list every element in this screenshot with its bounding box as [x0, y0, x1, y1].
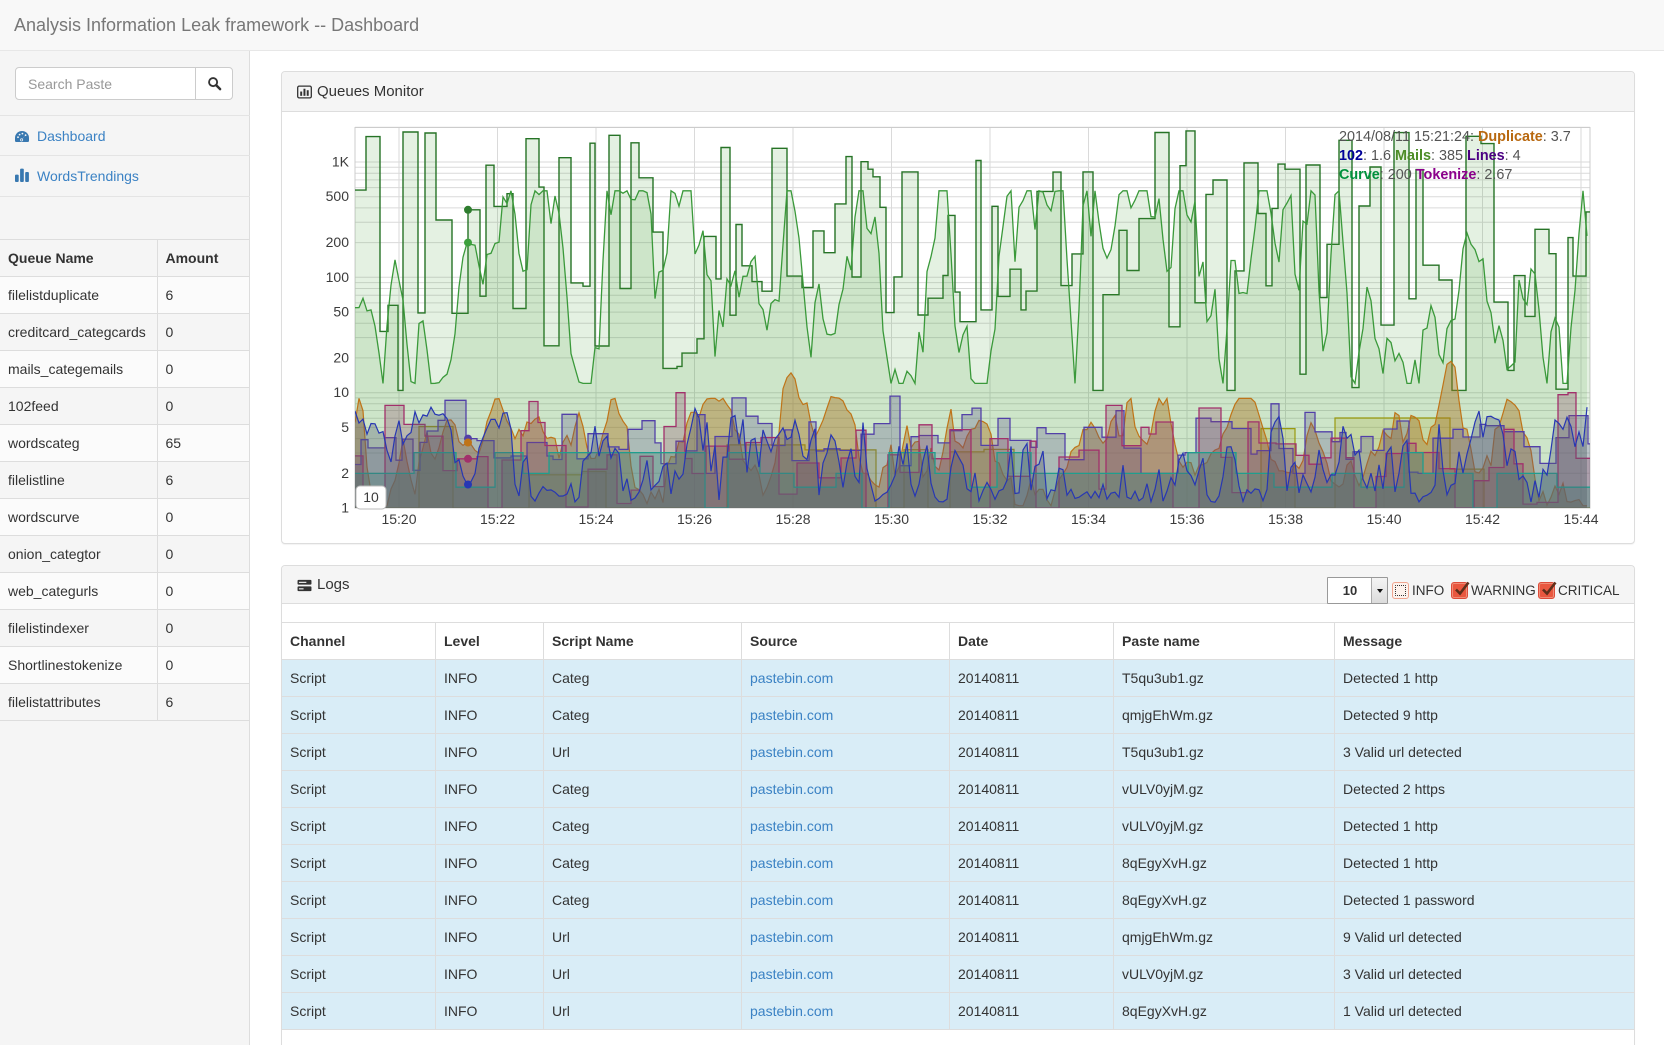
svg-text:2014/08/11 15:21:24: Duplicate: 2014/08/11 15:21:24: Duplicate: 3.7: [1339, 129, 1571, 145]
svg-text:1K: 1K: [332, 154, 350, 170]
svg-text:500: 500: [326, 188, 350, 204]
svg-text:15:32: 15:32: [972, 511, 1007, 527]
svg-text:102: 1.6 Mails: 385 Lines: 4: 102: 1.6 Mails: 385 Lines: 4: [1339, 148, 1521, 164]
svg-text:15:36: 15:36: [1169, 511, 1204, 527]
svg-text:100: 100: [326, 269, 350, 285]
svg-text:200: 200: [326, 234, 350, 250]
svg-text:15:30: 15:30: [874, 511, 909, 527]
svg-text:15:22: 15:22: [480, 511, 515, 527]
svg-text:15:44: 15:44: [1563, 511, 1598, 527]
svg-text:15:42: 15:42: [1465, 511, 1500, 527]
svg-text:15:24: 15:24: [578, 511, 613, 527]
svg-text:2: 2: [341, 465, 349, 481]
svg-text:15:28: 15:28: [775, 511, 810, 527]
svg-text:15:40: 15:40: [1366, 511, 1401, 527]
svg-text:Curve: 200 Tokenize: 2.67: Curve: 200 Tokenize: 2.67: [1339, 167, 1512, 183]
svg-text:50: 50: [333, 304, 349, 320]
svg-text:15:20: 15:20: [381, 511, 416, 527]
svg-text:1: 1: [341, 500, 349, 516]
svg-text:15:38: 15:38: [1268, 511, 1303, 527]
svg-text:10: 10: [363, 489, 379, 505]
svg-text:15:26: 15:26: [677, 511, 712, 527]
svg-text:20: 20: [333, 349, 349, 365]
svg-text:15:34: 15:34: [1071, 511, 1106, 527]
svg-text:5: 5: [341, 419, 349, 435]
svg-text:10: 10: [333, 384, 349, 400]
